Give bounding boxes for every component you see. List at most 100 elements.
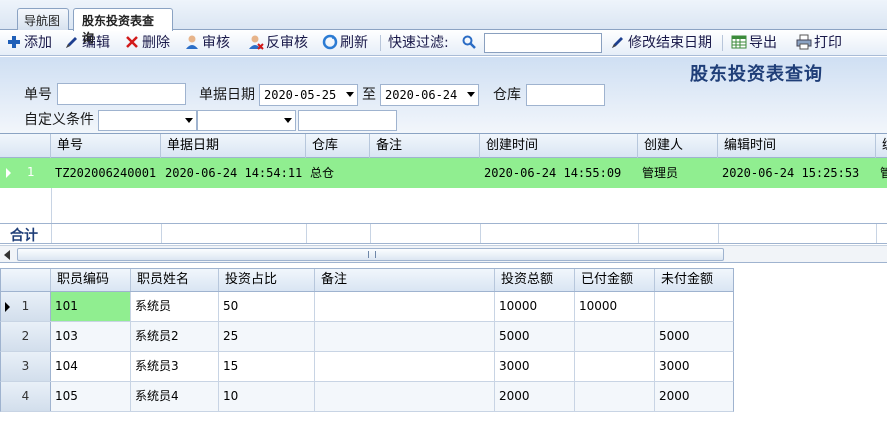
column-header[interactable]: 备注 — [315, 269, 495, 291]
refresh-button[interactable]: 刷新 — [322, 33, 368, 53]
print-button[interactable]: 打印 — [796, 33, 842, 53]
cell-editor[interactable]: 管 — [876, 158, 887, 188]
delete-button[interactable]: 删除 — [124, 33, 170, 53]
export-button[interactable]: 导出 — [731, 33, 777, 53]
custom-value-input[interactable] — [298, 110, 397, 131]
chevron-down-icon[interactable] — [467, 92, 475, 97]
column-header[interactable]: 投资总额 — [495, 269, 575, 291]
add-button[interactable]: 添加 — [6, 33, 52, 53]
doc-no-input[interactable] — [57, 83, 186, 105]
master-grid: 单号 单据日期 仓库 备注 创建时间 创建人 编辑时间 编 1 TZ202006… — [0, 134, 887, 244]
cell-remark[interactable] — [315, 292, 495, 321]
table-row[interactable]: 2 103 系统员2 25 5000 5000 — [0, 322, 734, 352]
modify-end-date-label: 修改结束日期 — [628, 35, 712, 51]
column-header[interactable]: 职员编码 — [51, 269, 131, 291]
export-label: 导出 — [749, 35, 777, 51]
cell-created-at[interactable]: 2020-06-24 14:55:09 — [480, 158, 638, 188]
unaudit-button[interactable]: 反审核 — [248, 33, 308, 53]
cell-investment-ratio[interactable]: 25 — [219, 322, 315, 351]
table-row[interactable]: 1 TZ202006240001 2020-06-24 14:54:11 总仓 … — [0, 158, 887, 188]
cell-investment-ratio[interactable]: 10 — [219, 382, 315, 411]
cell-remark[interactable] — [315, 382, 495, 411]
cell-employee-code[interactable]: 104 — [51, 352, 131, 381]
column-header[interactable]: 仓库 — [306, 134, 370, 158]
row-indicator: 1 — [0, 158, 50, 188]
column-header[interactable]: 已付金额 — [575, 269, 655, 291]
add-label: 添加 — [24, 35, 52, 51]
cell-paid-amount[interactable]: 10000 — [575, 292, 655, 321]
table-row[interactable]: 3 104 系统员3 15 3000 3000 — [0, 352, 734, 382]
quick-filter-input[interactable] — [484, 33, 602, 53]
horizontal-scrollbar[interactable] — [0, 245, 887, 263]
table-row[interactable]: 4 105 系统员4 10 2000 2000 — [0, 382, 734, 412]
column-header[interactable]: 备注 — [370, 134, 480, 158]
scroll-left-arrow-icon[interactable] — [4, 250, 10, 260]
cell-employee-name[interactable]: 系统员2 — [131, 322, 219, 351]
cell-remark[interactable] — [370, 158, 480, 188]
delete-x-icon — [126, 36, 138, 48]
scrollbar-thumb[interactable] — [17, 248, 724, 261]
cell-warehouse[interactable]: 总仓 — [306, 158, 370, 188]
date-from-picker[interactable]: 2020-05-25 — [259, 84, 358, 106]
row-number: 4 — [1, 382, 51, 411]
cell-employee-name[interactable]: 系统员4 — [131, 382, 219, 411]
cell-total-investment[interactable]: 2000 — [495, 382, 575, 411]
chevron-down-icon[interactable] — [185, 118, 193, 123]
pen-icon — [612, 37, 623, 48]
column-header[interactable]: 创建时间 — [480, 134, 638, 158]
quick-filter-search-button[interactable] — [461, 33, 479, 53]
custom-operator-select[interactable] — [197, 110, 296, 131]
scrollbar-grip-icon — [368, 251, 376, 258]
spreadsheet-export-icon — [731, 35, 747, 49]
cell-paid-amount[interactable] — [575, 322, 655, 351]
column-header[interactable]: 编辑时间 — [718, 134, 876, 158]
column-header[interactable]: 单号 — [51, 134, 161, 158]
row-header-corner — [1, 269, 51, 291]
tab-navigation-map[interactable]: 导航图 — [17, 8, 69, 30]
doc-no-label: 单号 — [24, 87, 52, 103]
cell-unpaid-amount[interactable]: 3000 — [655, 352, 733, 381]
tab-shareholder-investment-query[interactable]: 股东投资表查询 — [73, 8, 173, 45]
detail-grid: 职员编码 职员姓名 投资占比 备注 投资总额 已付金额 未付金额 1 101 系… — [0, 263, 887, 431]
cell-paid-amount[interactable] — [575, 352, 655, 381]
custom-field-select[interactable] — [98, 110, 197, 131]
cell-employee-code[interactable]: 103 — [51, 322, 131, 351]
user-check-icon — [186, 35, 198, 49]
cell-investment-ratio[interactable]: 50 — [219, 292, 315, 321]
column-header[interactable]: 编 — [876, 134, 887, 158]
cell-employee-code[interactable]: 105 — [51, 382, 131, 411]
cell-unpaid-amount[interactable]: 2000 — [655, 382, 733, 411]
table-row[interactable]: 1 101 系统员 50 10000 10000 — [0, 292, 734, 322]
cell-creator[interactable]: 管理员 — [638, 158, 718, 188]
audit-button[interactable]: 审核 — [184, 33, 230, 53]
cell-employee-name[interactable]: 系统员 — [131, 292, 219, 321]
total-label: 合计 — [10, 228, 38, 244]
tab-strip: 导航图 股东投资表查询 — [0, 0, 887, 45]
cell-total-investment[interactable]: 3000 — [495, 352, 575, 381]
chevron-down-icon[interactable] — [284, 118, 292, 123]
toolbar-separator — [380, 35, 381, 51]
cell-unpaid-amount[interactable]: 5000 — [655, 322, 733, 351]
cell-employee-code[interactable]: 101 — [51, 292, 131, 321]
cell-total-investment[interactable]: 5000 — [495, 322, 575, 351]
column-header[interactable]: 未付金额 — [655, 269, 733, 291]
unaudit-label: 反审核 — [266, 35, 308, 51]
cell-total-investment[interactable]: 10000 — [495, 292, 575, 321]
cell-doc-date[interactable]: 2020-06-24 14:54:11 — [161, 158, 306, 188]
warehouse-input[interactable] — [526, 84, 605, 106]
date-to-picker[interactable]: 2020-06-24 — [380, 84, 479, 106]
column-header[interactable]: 创建人 — [638, 134, 718, 158]
chevron-down-icon[interactable] — [346, 92, 354, 97]
cell-doc-no[interactable]: TZ202006240001 — [51, 158, 161, 188]
column-header[interactable]: 职员姓名 — [131, 269, 219, 291]
cell-investment-ratio[interactable]: 15 — [219, 352, 315, 381]
column-header[interactable]: 单据日期 — [161, 134, 306, 158]
cell-remark[interactable] — [315, 352, 495, 381]
cell-edited-at[interactable]: 2020-06-24 15:25:53 — [718, 158, 876, 188]
cell-remark[interactable] — [315, 322, 495, 351]
cell-paid-amount[interactable] — [575, 382, 655, 411]
cell-unpaid-amount[interactable] — [655, 292, 733, 321]
modify-end-date-button[interactable]: 修改结束日期 — [610, 33, 712, 53]
column-header[interactable]: 投资占比 — [219, 269, 315, 291]
cell-employee-name[interactable]: 系统员3 — [131, 352, 219, 381]
